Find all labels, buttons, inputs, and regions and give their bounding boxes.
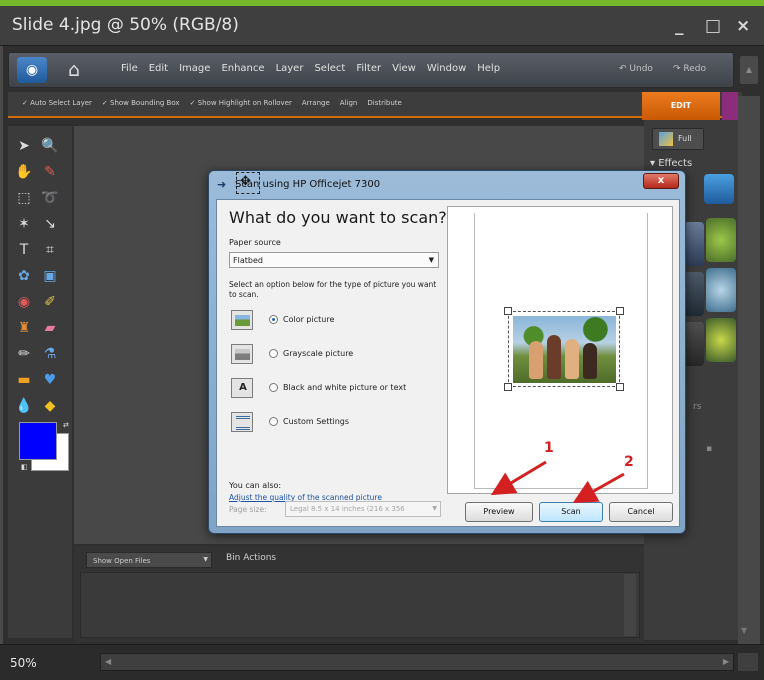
arrow-to-scan (572, 472, 625, 503)
arrow-to-preview (490, 460, 547, 496)
step-1-label: 1 (544, 440, 554, 456)
annotation-arrows (490, 460, 625, 503)
step-2-label: 2 (624, 454, 634, 470)
